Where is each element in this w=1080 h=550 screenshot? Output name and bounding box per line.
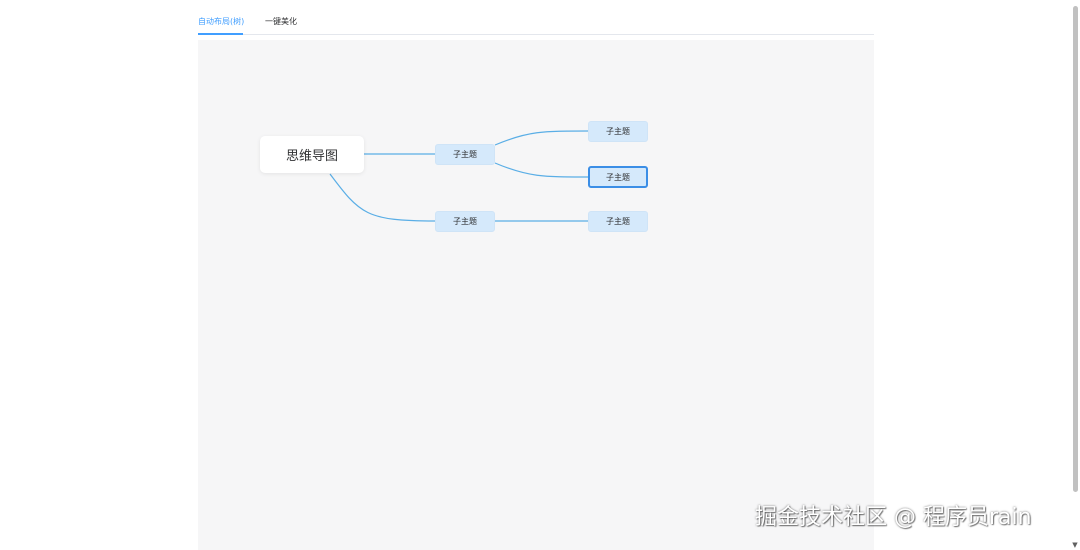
mindmap-leaf-node-1-2-selected[interactable]: 子主题 <box>588 166 648 188</box>
tab-auto-layout-tree[interactable]: 自动布局(树) <box>198 16 244 28</box>
mindmap-leaf-node-1-1[interactable]: 子主题 <box>588 121 648 142</box>
link-root-to-branch-2 <box>329 173 436 222</box>
tab-one-click-beautify[interactable]: 一键美化 <box>265 16 297 28</box>
mindmap-canvas[interactable]: 思维导图 子主题 子主题 子主题 子主题 子主题 <box>198 40 874 550</box>
vertical-scrollbar[interactable]: ▼ <box>1071 0 1079 550</box>
mindmap-leaf-node-2-1[interactable]: 子主题 <box>588 211 648 232</box>
leaf-node-1-2-label: 子主题 <box>606 172 630 182</box>
leaf-node-1-1-label: 子主题 <box>606 127 630 136</box>
branch-node-2-label: 子主题 <box>453 217 477 226</box>
leaf-node-2-1-label: 子主题 <box>606 217 630 226</box>
watermark-text: 掘金技术社区 @ 程序员rain <box>755 505 1032 530</box>
active-tab-indicator <box>198 33 243 35</box>
mindmap-root-node[interactable]: 思维导图 <box>260 136 364 173</box>
branch-node-1-label: 子主题 <box>453 150 477 159</box>
root-node-label: 思维导图 <box>285 149 338 164</box>
mindmap-branch-node-1[interactable]: 子主题 <box>435 144 495 165</box>
link-branch-1-to-child-2 <box>494 162 589 178</box>
tab-bar: 自动布局(树) 一键美化 <box>198 10 874 35</box>
scrollbar-thumb[interactable] <box>1073 6 1078 492</box>
scroll-down-arrow-icon[interactable]: ▼ <box>1071 541 1079 549</box>
mindmap-links <box>329 130 589 222</box>
page: 自动布局(树) 一键美化 思维导图 子主题 子主题 子主题 子主题 子主题 ▼ … <box>0 0 1080 550</box>
link-branch-1-to-child-1 <box>494 130 589 146</box>
mindmap-branch-node-2[interactable]: 子主题 <box>435 211 495 232</box>
